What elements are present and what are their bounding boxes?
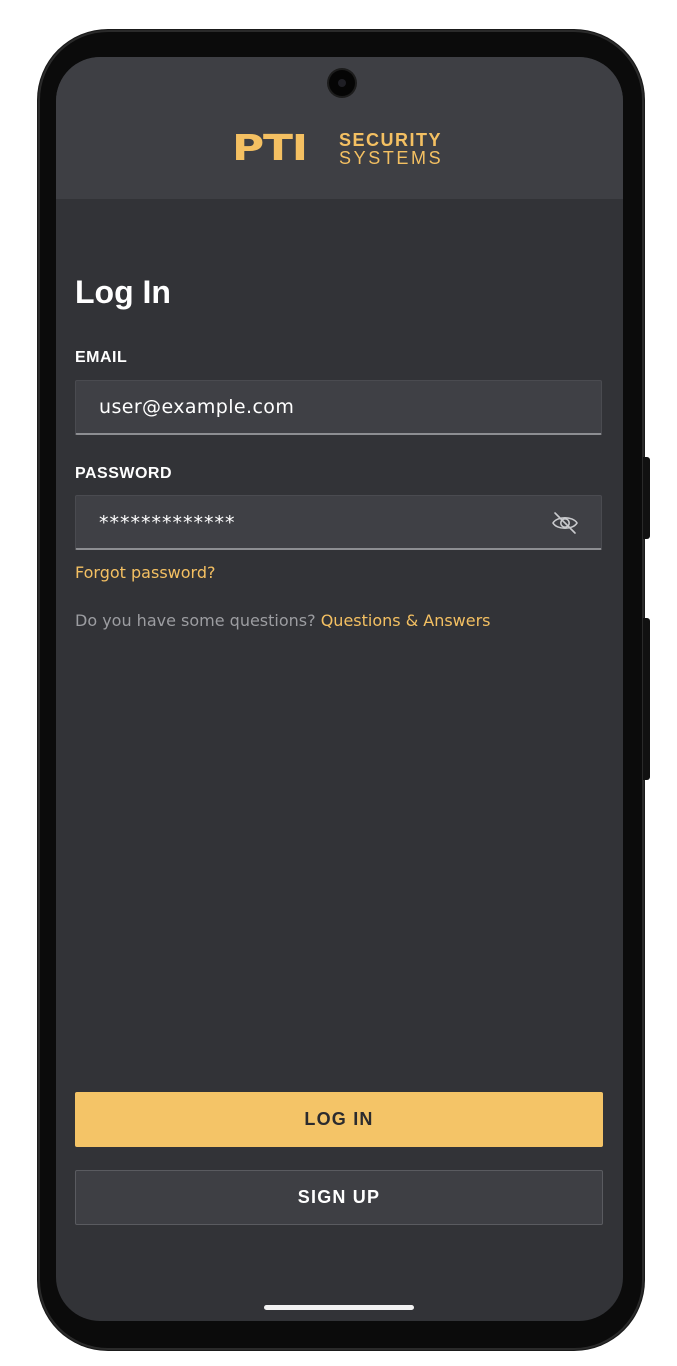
power-button xyxy=(643,457,650,539)
password-label: PASSWORD xyxy=(75,465,173,482)
page-title: Log In xyxy=(75,274,171,310)
app-header: PTI SECURITY SYSTEMS xyxy=(56,57,623,199)
volume-button xyxy=(643,618,650,780)
logo-word-security: SECURITY xyxy=(339,130,443,150)
password-value: ************* xyxy=(99,512,236,534)
email-label: EMAIL xyxy=(75,349,128,366)
questions-answers-link[interactable]: Questions & Answers xyxy=(321,611,491,630)
email-field[interactable]: user@example.com xyxy=(75,380,602,435)
front-camera xyxy=(329,70,355,96)
phone-screen: PTI SECURITY SYSTEMS Log In EMAIL user@e… xyxy=(56,57,623,1321)
forgot-password-link[interactable]: Forgot password? xyxy=(75,563,215,582)
page: PTI SECURITY SYSTEMS Log In EMAIL user@e… xyxy=(0,0,677,1366)
logo-mark: PTI xyxy=(232,128,308,169)
password-field[interactable]: ************* xyxy=(75,495,602,550)
questions-prompt-text: Do you have some questions? xyxy=(75,611,321,630)
eye-off-icon[interactable] xyxy=(551,511,579,535)
pti-logo: PTI SECURITY SYSTEMS xyxy=(232,130,447,168)
signup-button[interactable]: SIGN UP xyxy=(75,1170,603,1225)
home-indicator[interactable] xyxy=(264,1305,414,1310)
login-button[interactable]: LOG IN xyxy=(75,1092,603,1147)
questions-prompt-line: Do you have some questions? Questions & … xyxy=(75,611,491,630)
logo-word-systems: SYSTEMS xyxy=(339,148,444,168)
email-value: user@example.com xyxy=(99,396,295,418)
